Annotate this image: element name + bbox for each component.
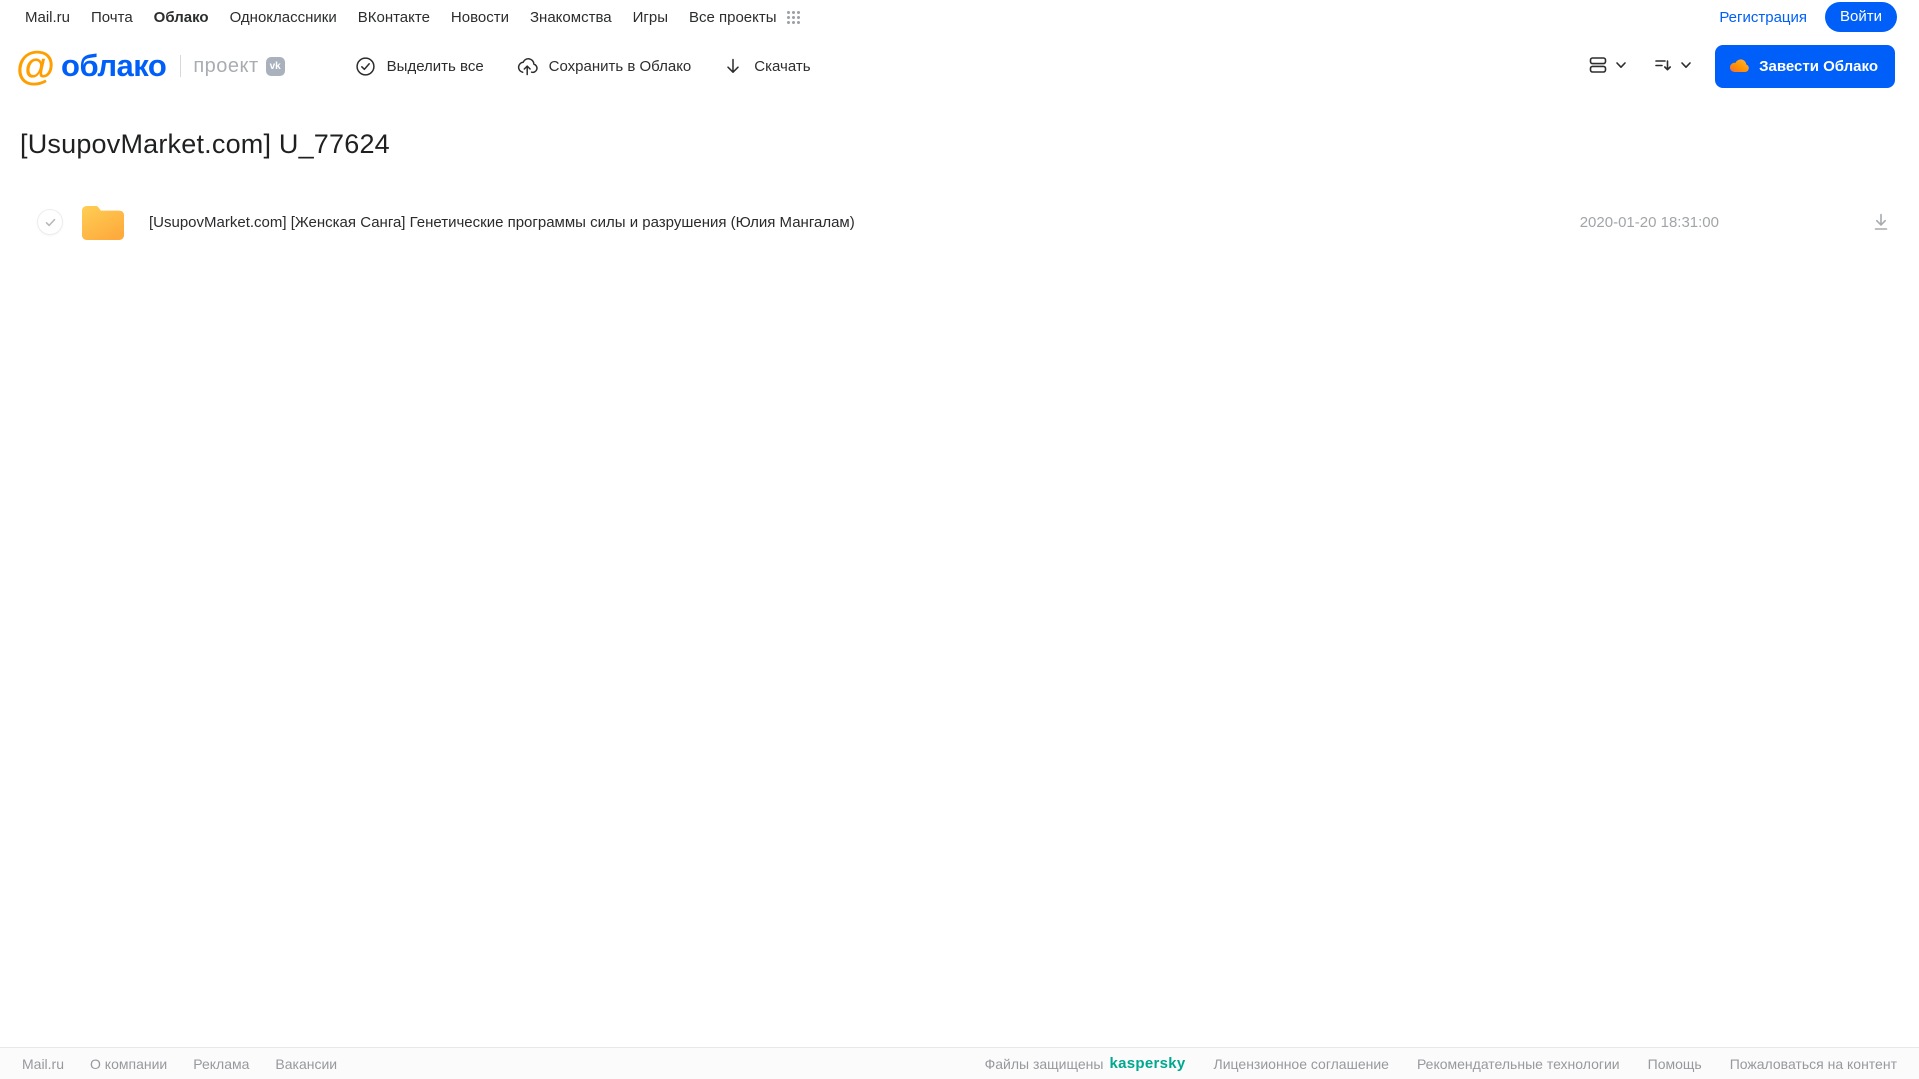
- download-arrow-icon: [723, 56, 743, 77]
- select-all-button[interactable]: Выделить все: [355, 56, 484, 77]
- cloud-upload-icon: [516, 56, 538, 77]
- registration-link[interactable]: Регистрация: [1719, 9, 1807, 26]
- footer: Mail.ru О компании Реклама Вакансии Файл…: [0, 1047, 1919, 1079]
- mailru-at-icon: @: [16, 44, 56, 88]
- logo-divider: [180, 55, 182, 77]
- footer-license-link[interactable]: Лицензионное соглашение: [1214, 1056, 1389, 1072]
- get-cloud-label: Завести Облако: [1759, 57, 1878, 75]
- nav-igry[interactable]: Игры: [633, 9, 668, 26]
- sort-icon: [1652, 54, 1674, 79]
- footer-mailru-link[interactable]: Mail.ru: [22, 1056, 64, 1072]
- protected-label: Файлы защищены: [984, 1055, 1104, 1072]
- login-button[interactable]: Войти: [1825, 2, 1897, 32]
- file-list: [UsupovMarket.com] [Женская Санга] Генет…: [0, 197, 1919, 247]
- cloud-header: @ облако проект vk Выделить все Сохранит…: [0, 34, 1919, 98]
- portal-nav: Mail.ru Почта Облако Одноклассники ВКонт…: [0, 0, 1919, 34]
- footer-help-link[interactable]: Помощь: [1648, 1056, 1702, 1072]
- footer-about-link[interactable]: О компании: [90, 1056, 167, 1072]
- view-mode-dropdown[interactable]: [1585, 50, 1630, 83]
- folder-icon[interactable]: [80, 203, 126, 241]
- check-icon: [45, 218, 55, 226]
- nav-odnoklassniki[interactable]: Одноклассники: [230, 9, 337, 26]
- get-cloud-button[interactable]: Завести Облако: [1715, 44, 1895, 88]
- project-label: проект: [193, 54, 259, 77]
- footer-right: Файлы защищены kaspersky Лицензионное со…: [985, 1055, 1897, 1072]
- footer-report-link[interactable]: Пожаловаться на контент: [1730, 1056, 1897, 1072]
- row-checkbox[interactable]: [37, 209, 63, 235]
- nav-oblako[interactable]: Облако: [154, 9, 209, 26]
- footer-ads-link[interactable]: Реклама: [193, 1056, 249, 1072]
- download-label: Скачать: [754, 57, 811, 75]
- row-download-button[interactable]: [1869, 210, 1893, 234]
- file-name-link[interactable]: [UsupovMarket.com] [Женская Санга] Генет…: [149, 214, 855, 231]
- auth-controls: Регистрация Войти: [1719, 2, 1897, 32]
- page-title: [UsupovMarket.com] U_77624: [20, 129, 390, 159]
- nav-mailru[interactable]: Mail.ru: [25, 9, 70, 26]
- download-button[interactable]: Скачать: [723, 56, 811, 77]
- apps-grid-icon[interactable]: [785, 9, 802, 26]
- chevron-down-icon: [1679, 58, 1693, 75]
- sort-dropdown[interactable]: [1650, 50, 1695, 83]
- toolbar: Выделить все Сохранить в Облако Скачать: [355, 56, 811, 77]
- footer-jobs-link[interactable]: Вакансии: [275, 1056, 337, 1072]
- vk-badge-icon: vk: [265, 56, 285, 76]
- file-date: 2020-01-20 18:31:00: [1579, 213, 1719, 231]
- download-underline-icon: [1874, 213, 1888, 230]
- kaspersky-logo[interactable]: kaspersky: [1109, 1055, 1185, 1072]
- save-to-cloud-label: Сохранить в Облако: [548, 57, 692, 75]
- view-mode-icon: [1587, 54, 1609, 79]
- footer-recommendation-link[interactable]: Рекомендательные технологии: [1417, 1056, 1620, 1072]
- select-all-label: Выделить все: [386, 57, 484, 75]
- nav-novosti[interactable]: Новости: [451, 9, 509, 26]
- chevron-down-icon: [1614, 58, 1628, 75]
- save-to-cloud-button[interactable]: Сохранить в Облако: [516, 56, 692, 77]
- cloud-logo-text: облако: [61, 48, 167, 83]
- header-right-controls: Завести Облако: [1585, 44, 1895, 88]
- check-circle-icon: [355, 56, 376, 77]
- nav-vse-proekty[interactable]: Все проекты: [689, 9, 777, 26]
- nav-vkontakte[interactable]: ВКонтакте: [358, 9, 430, 26]
- file-row[interactable]: [UsupovMarket.com] [Женская Санга] Генет…: [0, 197, 1919, 247]
- kaspersky-protection: Файлы защищены kaspersky: [985, 1055, 1186, 1072]
- main-content: [UsupovMarket.com] U_77624 [UsupovMarket…: [0, 129, 1919, 247]
- cloud-logo[interactable]: @ облако проект vk: [16, 46, 285, 86]
- nav-znakomstva[interactable]: Знакомства: [530, 9, 612, 26]
- cloud-icon: [1729, 56, 1750, 77]
- nav-pochta[interactable]: Почта: [91, 9, 133, 26]
